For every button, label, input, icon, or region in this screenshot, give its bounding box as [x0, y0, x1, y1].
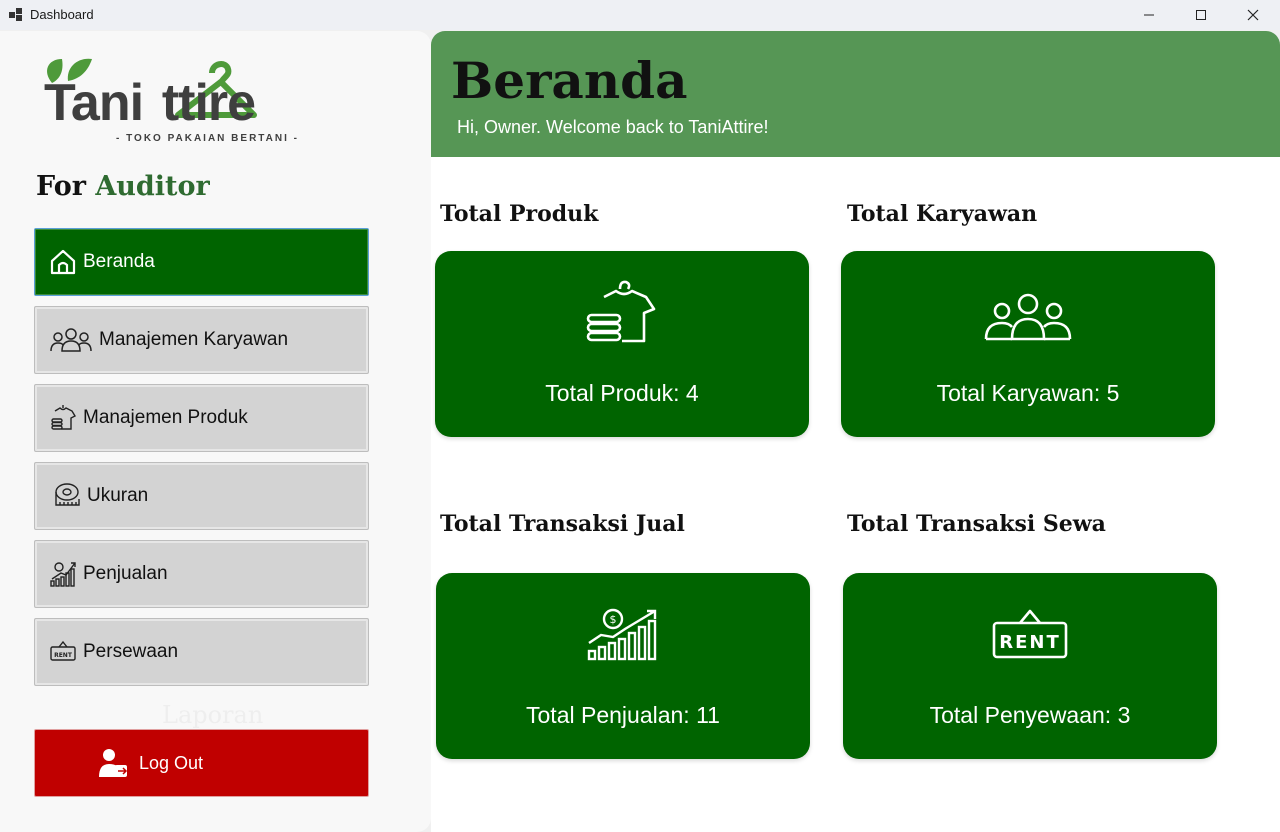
- total-penyewaan-value: Total Penyewaan: 3: [929, 702, 1131, 728]
- nav-penjualan-button[interactable]: Penjualan: [34, 540, 369, 608]
- nav-laporan-hidden-label: Laporan: [162, 701, 264, 729]
- measuring-tape-icon: [55, 483, 80, 506]
- total-karyawan-value: Total Karyawan: 5: [936, 380, 1120, 406]
- nav-manajemen-karyawan-button[interactable]: Manajemen Karyawan: [34, 306, 369, 374]
- maximize-icon: [1196, 10, 1206, 20]
- nav-beranda-label: Beranda: [83, 251, 155, 272]
- logout-label: Log Out: [139, 752, 204, 773]
- role-heading: For Auditor: [36, 171, 210, 202]
- svg-text:RENT: RENT: [999, 632, 1061, 653]
- logo-wordmark: Tani ttire: [44, 74, 256, 132]
- total-karyawan-heading: Total Karyawan: [847, 201, 1038, 227]
- title-bar: Dashboard: [0, 0, 1280, 30]
- window-title: Dashboard: [30, 7, 94, 22]
- total-karyawan-card: Total Karyawan: 5: [841, 251, 1215, 437]
- total-transaksi-jual-heading: Total Transaksi Jual: [440, 511, 685, 537]
- nav-ukuran-button[interactable]: Ukuran: [34, 462, 369, 530]
- maximize-button[interactable]: [1175, 0, 1227, 30]
- nav-manajemen-produk-button[interactable]: Manajemen Produk: [34, 384, 369, 452]
- minimize-icon: [1144, 14, 1154, 16]
- nav-penjualan-label: Penjualan: [83, 563, 168, 584]
- role-prefix: For: [36, 171, 86, 202]
- svg-text:$: $: [610, 613, 617, 626]
- minimize-button[interactable]: [1123, 0, 1175, 30]
- close-button[interactable]: [1227, 0, 1279, 30]
- page-header: Beranda Hi, Owner. Welcome back to TaniA…: [431, 31, 1280, 157]
- page-title: Beranda: [451, 51, 688, 110]
- people-icon: [50, 328, 92, 352]
- clothes-icon: [586, 280, 656, 343]
- nav-manajemen-karyawan-label: Manajemen Karyawan: [99, 329, 289, 350]
- nav-manajemen-produk-label: Manajemen Produk: [83, 407, 248, 428]
- role-name: Auditor: [95, 171, 210, 202]
- sales-chart-icon: $: [587, 608, 657, 661]
- nav-persewaan-button[interactable]: RENT Persewaan: [34, 618, 369, 686]
- nav-beranda-button[interactable]: Beranda: [34, 228, 369, 296]
- svg-text:RENT: RENT: [54, 652, 73, 659]
- home-icon: [50, 249, 76, 275]
- taniattire-logo: Tani ttire - TOKO PAKAIAN BERTANI -: [38, 55, 398, 150]
- clothes-icon: [51, 405, 76, 430]
- logo-tagline: - TOKO PAKAIAN BERTANI -: [116, 133, 299, 144]
- rent-sign-icon: RENT: [50, 640, 76, 661]
- people-icon: [984, 293, 1072, 341]
- logout-user-icon: [99, 749, 128, 777]
- total-penyewaan-card: RENT Total Penyewaan: 3: [843, 573, 1217, 759]
- nav-ukuran-label: Ukuran: [87, 485, 149, 506]
- total-transaksi-sewa-heading: Total Transaksi Sewa: [847, 511, 1106, 537]
- dashboard-content: Total Produk Total Karyawan Total Transa…: [431, 157, 1280, 832]
- total-produk-value: Total Produk: 4: [545, 380, 699, 406]
- rent-sign-icon: RENT: [992, 609, 1068, 659]
- close-icon: [1247, 9, 1259, 21]
- welcome-message: Hi, Owner. Welcome back to TaniAttire!: [457, 117, 769, 137]
- logout-button[interactable]: Log Out: [34, 729, 369, 797]
- total-penjualan-value: Total Penjualan: 11: [526, 702, 720, 728]
- sales-chart-icon: [50, 562, 76, 587]
- total-produk-card: Total Produk: 4: [435, 251, 809, 437]
- total-penjualan-card: $ Total Penjualan: 11: [436, 573, 810, 759]
- sidebar: Tani ttire - TOKO PAKAIAN BERTANI - For …: [0, 31, 431, 832]
- total-produk-heading: Total Produk: [440, 201, 599, 227]
- nav-persewaan-label: Persewaan: [83, 641, 179, 662]
- app-icon: [9, 8, 22, 21]
